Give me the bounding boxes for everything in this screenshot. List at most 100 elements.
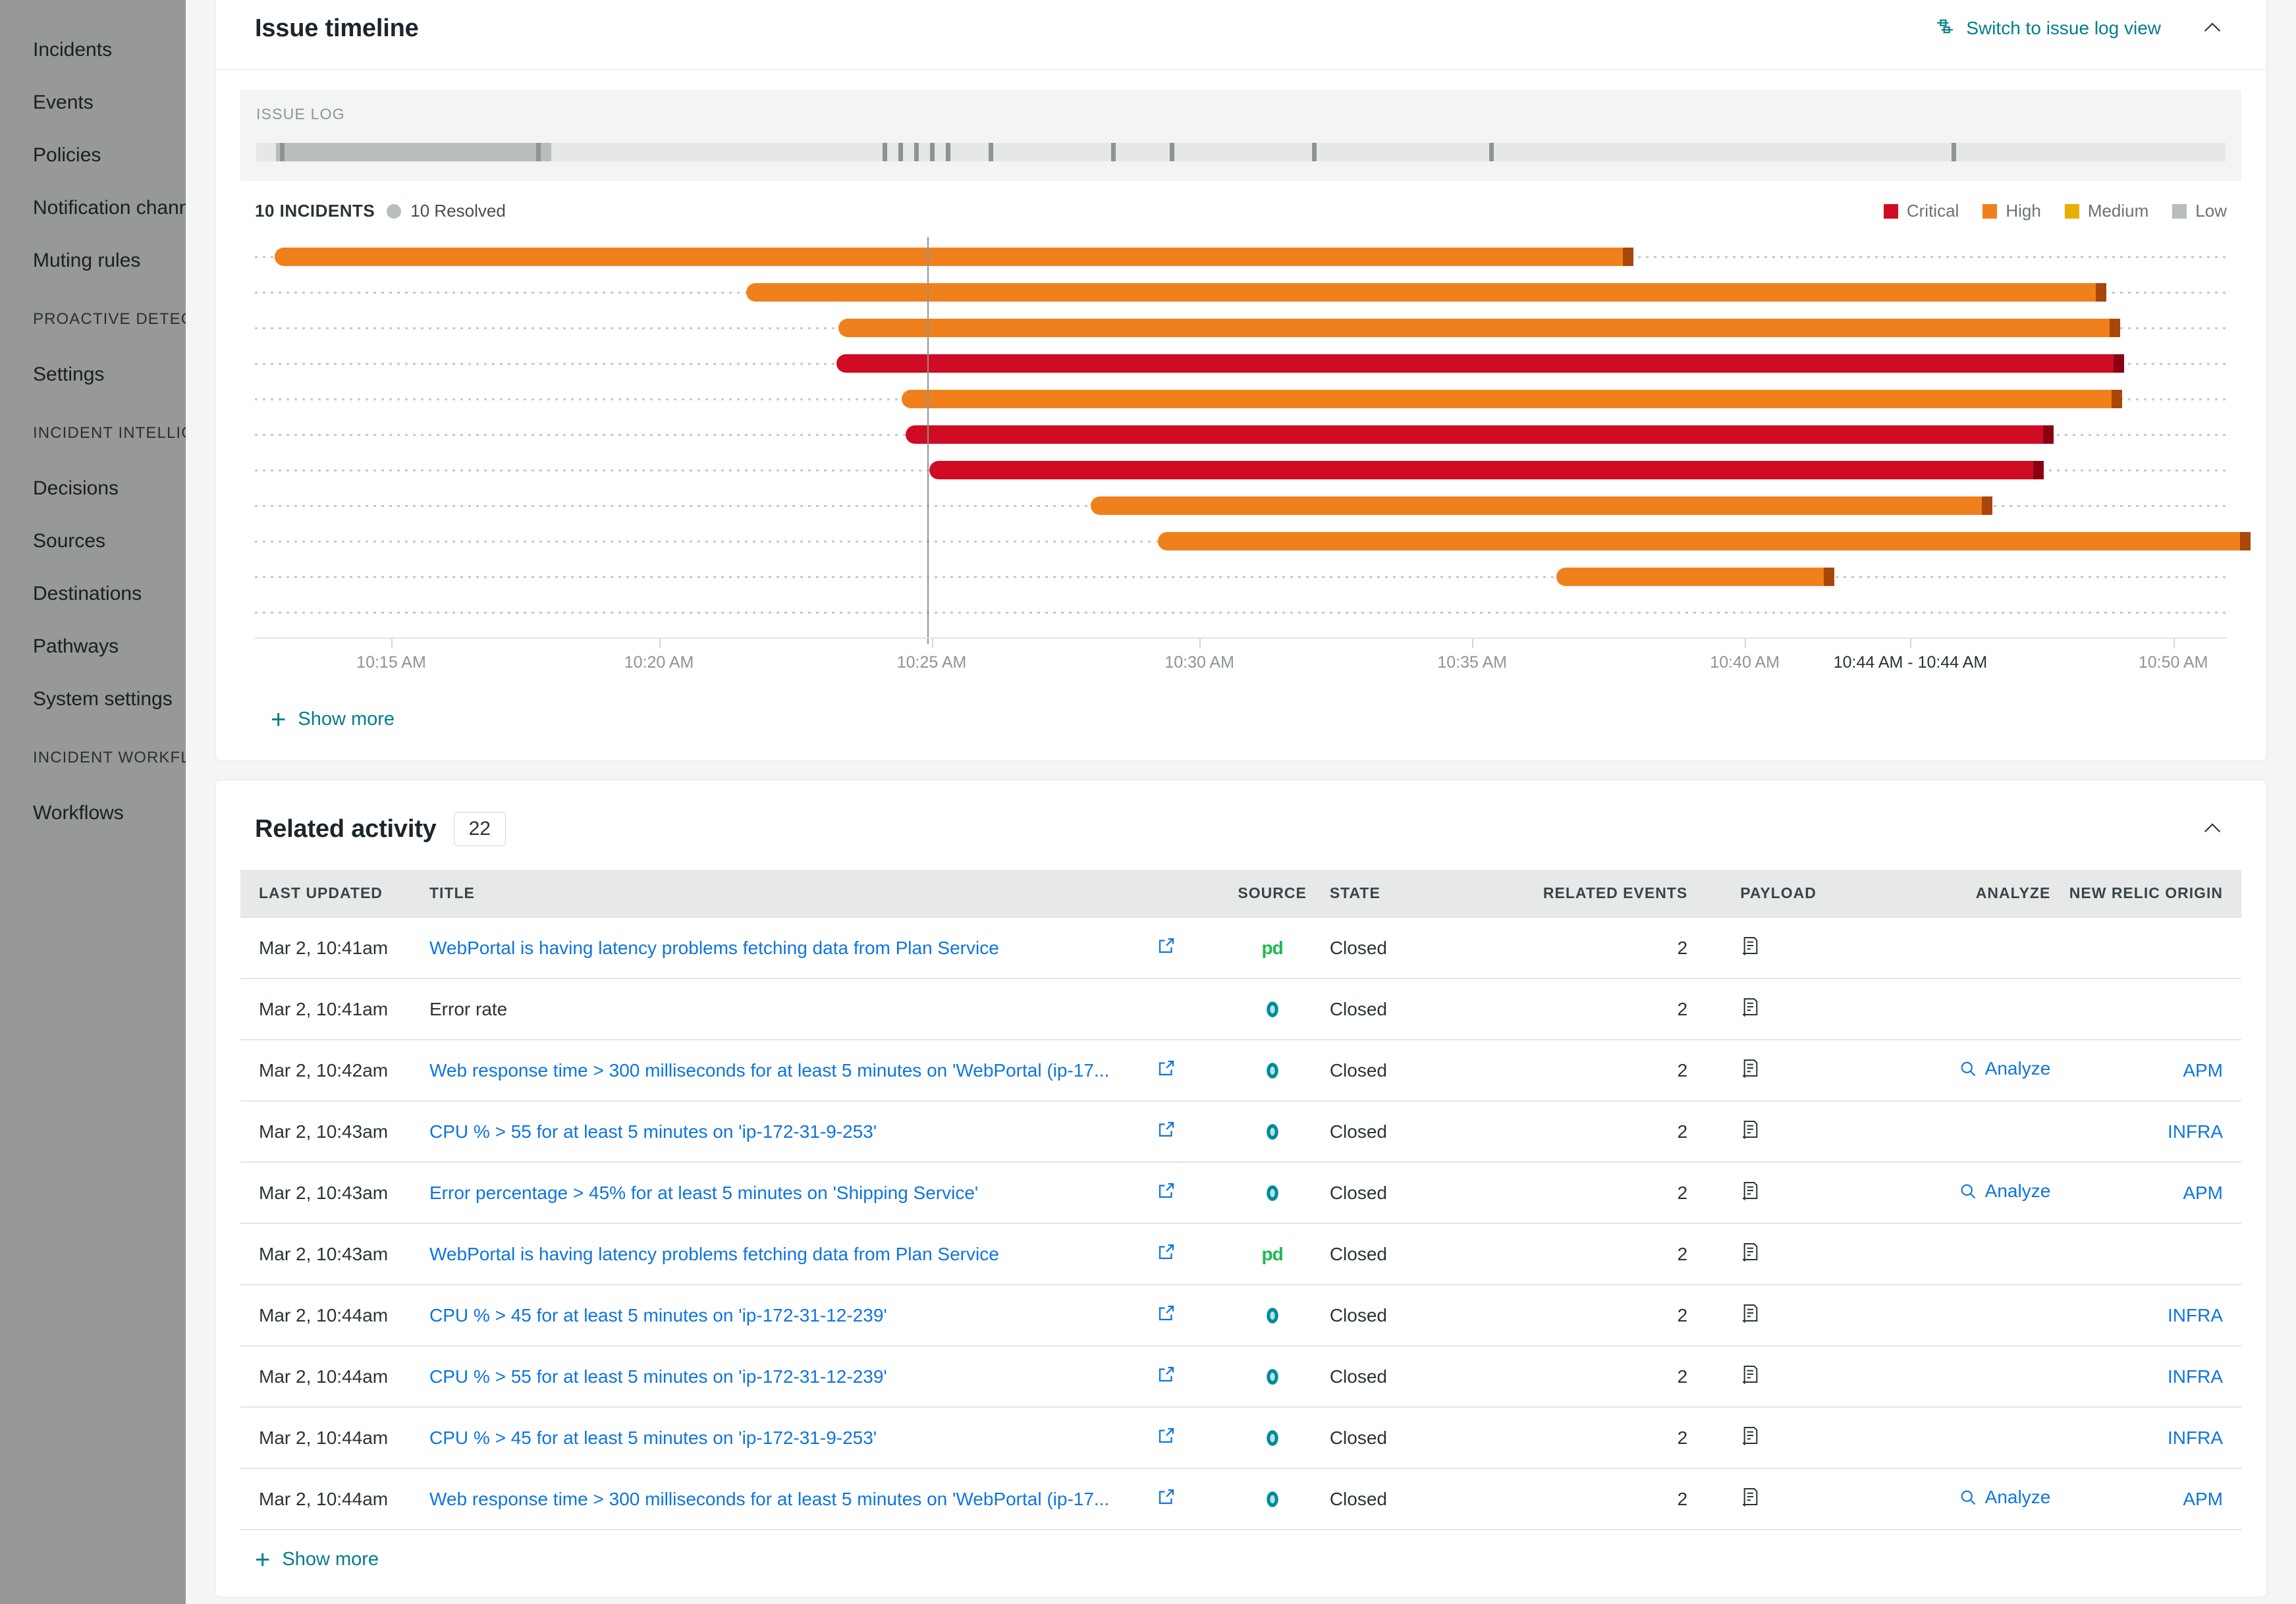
table-row[interactable]: Mar 2, 10:43amCPU % > 55 for at least 5 …	[240, 1101, 2241, 1162]
external-link-button[interactable]	[1157, 1364, 1176, 1389]
cell-external-link[interactable]	[1157, 1223, 1215, 1285]
gantt-bar-high[interactable]	[1091, 496, 1992, 515]
issue-log-block[interactable]	[276, 143, 552, 161]
collapse-timeline-button[interactable]	[2198, 14, 2227, 43]
issue-log-tick[interactable]	[883, 143, 887, 161]
origin-link[interactable]: APM	[2183, 1183, 2223, 1203]
gantt-row[interactable]	[255, 346, 2227, 382]
cell-new-relic-origin[interactable]: APM	[2050, 1468, 2241, 1530]
cell-payload[interactable]	[1740, 1162, 1891, 1223]
sidebar-item-muting-rules[interactable]: Muting rules	[0, 234, 173, 287]
gantt-row[interactable]	[255, 524, 2227, 560]
cell-payload[interactable]	[1740, 1223, 1891, 1285]
cell-payload[interactable]	[1740, 1407, 1891, 1468]
view-payload-button[interactable]	[1740, 1062, 1761, 1083]
cell-external-link[interactable]	[1157, 1101, 1215, 1162]
cell-payload[interactable]	[1740, 1468, 1891, 1530]
issue-log-tick[interactable]	[1952, 143, 1956, 161]
table-row[interactable]: Mar 2, 10:44amCPU % > 55 for at least 5 …	[240, 1346, 2241, 1407]
cell-analyze[interactable]: Analyze	[1891, 1040, 2050, 1101]
gantt-row[interactable]	[255, 311, 2227, 346]
cell-payload[interactable]	[1740, 1101, 1891, 1162]
cell-payload[interactable]	[1740, 978, 1891, 1040]
cell-new-relic-origin[interactable]: APM	[2050, 1162, 2241, 1223]
table-row[interactable]: Mar 2, 10:41amError rateClosed2	[240, 978, 2241, 1040]
external-link-button[interactable]	[1157, 1426, 1176, 1450]
issue-log-strip[interactable]: ISSUE LOG	[240, 90, 2241, 181]
view-payload-button[interactable]	[1740, 1185, 1761, 1205]
sidebar-item-policies[interactable]: Policies	[0, 129, 134, 182]
view-payload-button[interactable]	[1740, 940, 1761, 960]
row-title-link[interactable]: Web response time > 300 milliseconds for…	[429, 1489, 1157, 1510]
cell-external-link[interactable]	[1157, 1346, 1215, 1407]
cell-payload[interactable]	[1740, 917, 1891, 978]
cell-new-relic-origin[interactable]: INFRA	[2050, 1407, 2241, 1468]
external-link-button[interactable]	[1157, 936, 1176, 960]
cell-external-link[interactable]	[1157, 1285, 1215, 1346]
gantt-bar-high[interactable]	[746, 283, 2107, 302]
issue-log-tick[interactable]	[946, 143, 950, 161]
origin-link[interactable]: INFRA	[2168, 1305, 2223, 1325]
cell-new-relic-origin[interactable]: INFRA	[2050, 1285, 2241, 1346]
switch-to-issue-log-view-button[interactable]: Switch to issue log view	[1934, 16, 2161, 41]
issue-log-tick[interactable]	[280, 143, 285, 161]
cell-external-link[interactable]	[1157, 1040, 1215, 1101]
table-row[interactable]: Mar 2, 10:44amWeb response time > 300 mi…	[240, 1468, 2241, 1530]
sidebar-item-pathways[interactable]: Pathways	[0, 620, 151, 673]
gantt-bar-critical[interactable]	[929, 461, 2044, 479]
row-title-link[interactable]: CPU % > 45 for at least 5 minutes on 'ip…	[429, 1428, 1157, 1449]
origin-link[interactable]: INFRA	[2168, 1121, 2223, 1142]
cell-title[interactable]: WebPortal is having latency problems fet…	[429, 1223, 1157, 1285]
cell-title[interactable]: Web response time > 300 milliseconds for…	[429, 1040, 1157, 1101]
table-row[interactable]: Mar 2, 10:42amWeb response time > 300 mi…	[240, 1040, 2241, 1101]
cell-payload[interactable]	[1740, 1346, 1891, 1407]
cell-title[interactable]: CPU % > 45 for at least 5 minutes on 'ip…	[429, 1407, 1157, 1468]
row-title-link[interactable]: CPU % > 55 for at least 5 minutes on 'ip…	[429, 1121, 1157, 1142]
origin-link[interactable]: APM	[2183, 1060, 2223, 1081]
analyze-button[interactable]: Analyze	[1959, 1487, 2051, 1508]
cell-title[interactable]: CPU % > 45 for at least 5 minutes on 'ip…	[429, 1285, 1157, 1346]
issue-log-tick[interactable]	[1489, 143, 1494, 161]
issue-log-tick[interactable]	[898, 143, 903, 161]
table-row[interactable]: Mar 2, 10:41amWebPortal is having latenc…	[240, 917, 2241, 978]
sidebar-item-destinations[interactable]: Destinations	[0, 568, 175, 620]
origin-link[interactable]: APM	[2183, 1489, 2223, 1509]
view-payload-button[interactable]	[1740, 1001, 1761, 1021]
cell-analyze[interactable]: Analyze	[1891, 1468, 2050, 1530]
cell-title[interactable]: CPU % > 55 for at least 5 minutes on 'ip…	[429, 1101, 1157, 1162]
cell-external-link[interactable]	[1157, 1162, 1215, 1223]
gantt-row[interactable]	[255, 240, 2227, 275]
issue-log-tick[interactable]	[536, 143, 541, 161]
cell-title[interactable]: WebPortal is having latency problems fet…	[429, 917, 1157, 978]
origin-link[interactable]: INFRA	[2168, 1428, 2223, 1448]
cell-title[interactable]: Error percentage > 45% for at least 5 mi…	[429, 1162, 1157, 1223]
view-payload-button[interactable]	[1740, 1246, 1761, 1266]
table-row[interactable]: Mar 2, 10:44amCPU % > 45 for at least 5 …	[240, 1407, 2241, 1468]
table-row[interactable]: Mar 2, 10:44amCPU % > 45 for at least 5 …	[240, 1285, 2241, 1346]
row-title-link[interactable]: Web response time > 300 milliseconds for…	[429, 1060, 1157, 1081]
gantt-bar-critical[interactable]	[836, 354, 2124, 373]
row-title-link[interactable]: WebPortal is having latency problems fet…	[429, 1244, 1157, 1265]
gantt-row[interactable]	[255, 453, 2227, 489]
issue-log-tick[interactable]	[1170, 143, 1174, 161]
timeline-cursor-line[interactable]	[927, 237, 929, 644]
cell-new-relic-origin[interactable]: APM	[2050, 1040, 2241, 1101]
origin-link[interactable]: INFRA	[2168, 1366, 2223, 1387]
issue-log-tick[interactable]	[930, 143, 935, 161]
issue-log-track[interactable]	[256, 143, 2226, 161]
gantt-row[interactable]	[255, 382, 2227, 417]
sidebar-item-incidents[interactable]: Incidents	[0, 24, 145, 76]
table-row[interactable]: Mar 2, 10:43amError percentage > 45% for…	[240, 1162, 2241, 1223]
external-link-button[interactable]	[1157, 1181, 1176, 1205]
issue-log-tick[interactable]	[914, 143, 919, 161]
issue-log-tick[interactable]	[1312, 143, 1317, 161]
cell-analyze[interactable]: Analyze	[1891, 1162, 2050, 1223]
view-payload-button[interactable]	[1740, 1491, 1761, 1511]
row-title-link[interactable]: WebPortal is having latency problems fet…	[429, 938, 1157, 959]
table-row[interactable]: Mar 2, 10:43amWebPortal is having latenc…	[240, 1223, 2241, 1285]
cell-new-relic-origin[interactable]: INFRA	[2050, 1101, 2241, 1162]
view-payload-button[interactable]	[1740, 1123, 1761, 1144]
cell-title[interactable]: Web response time > 300 milliseconds for…	[429, 1468, 1157, 1530]
external-link-button[interactable]	[1157, 1303, 1176, 1327]
external-link-button[interactable]	[1157, 1487, 1176, 1511]
